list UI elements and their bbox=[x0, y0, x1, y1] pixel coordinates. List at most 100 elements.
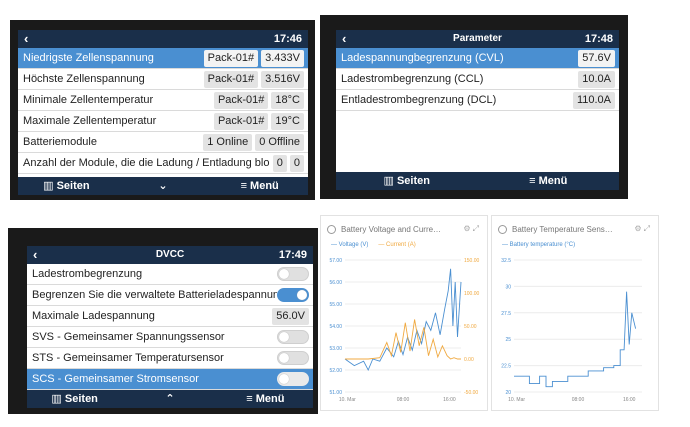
battery-row-min-cell-voltage[interactable]: Niedrigste Zellenspannung Pack-01# 3.433… bbox=[18, 48, 308, 69]
y2-tick-label: 150.00 bbox=[464, 258, 480, 264]
pages-button[interactable]: ▥ Seiten bbox=[336, 172, 478, 190]
parameter-row-cvl[interactable]: Ladespannungbegrenzung (CVL) 57.6V bbox=[336, 48, 619, 69]
y-tick-label: 56.00 bbox=[329, 280, 342, 286]
menu-label: Menü bbox=[538, 175, 568, 187]
voltage-current-chart-card: Battery Voltage and Curre… ⚙⤢ — Voltage … bbox=[320, 215, 488, 411]
pages-label: Seiten bbox=[396, 175, 430, 187]
y-tick-label: 55.00 bbox=[329, 302, 342, 308]
info-icon bbox=[498, 224, 507, 234]
y-tick-label: 51.00 bbox=[329, 390, 342, 396]
row-label: Ladespannungbegrenzung (CVL) bbox=[341, 52, 504, 64]
menu-label: Menü bbox=[255, 393, 285, 405]
menu-icon: ≡ bbox=[529, 175, 536, 187]
menu-icon: ≡ bbox=[246, 393, 253, 405]
menu-button[interactable]: ≡ Menü bbox=[478, 172, 620, 190]
dvcc-row-svs[interactable]: SVS - Gemeinsamer Spannungssensor bbox=[27, 327, 313, 348]
back-icon[interactable]: ‹ bbox=[18, 30, 42, 48]
x-tick-label: 16:00 bbox=[443, 397, 456, 403]
row-label: Maximale Ladespannung bbox=[32, 310, 155, 322]
row-label: Ladestrombegrenzung bbox=[32, 268, 143, 280]
row-value-pack: Pack-01# bbox=[203, 49, 259, 67]
temperature-chart-card: Battery Temperature Sens… ⚙⤢ — Battery t… bbox=[491, 215, 659, 411]
row-value: 3.516V bbox=[261, 70, 304, 88]
parameter-row-ccl[interactable]: Ladestrombegrenzung (CCL) 10.0A bbox=[336, 69, 619, 90]
x-tick-label: 10. Mar bbox=[339, 397, 356, 403]
dvcc-bottombar: ▥ Seiten ⌃ ≡ Menü bbox=[27, 390, 313, 408]
y-tick-label: 25 bbox=[505, 337, 511, 343]
menu-icon: ≡ bbox=[240, 180, 247, 192]
legend-voltage: — Voltage (V) bbox=[331, 242, 369, 248]
row-label: Minimale Zellentemperatur bbox=[23, 94, 154, 106]
toggle-switch[interactable] bbox=[277, 267, 309, 281]
dvcc-topbar: ‹ DVCC 17:49 bbox=[27, 246, 313, 264]
battery-row-modules[interactable]: Batteriemodule 1 Online 0 Offline bbox=[18, 132, 308, 153]
dvcc-row-scs[interactable]: SCS - Gemeinsamer Stromsensor bbox=[27, 369, 313, 390]
row-value: 57.6V bbox=[578, 49, 615, 67]
scroll-down-button[interactable]: ⌄ bbox=[115, 177, 212, 195]
x-tick-label: 10. Mar bbox=[508, 397, 525, 403]
toggle-switch[interactable] bbox=[277, 288, 309, 302]
battery-row-min-cell-temp[interactable]: Minimale Zellentemperatur Pack-01# 18°C bbox=[18, 90, 308, 111]
temperature-chart: 32.5 30 27.5 25 22.5 2010. Mar 08:00 16:00 bbox=[501, 258, 642, 403]
chevron-up-icon: ⌃ bbox=[165, 393, 175, 405]
row-value: 10.0A bbox=[578, 70, 615, 88]
info-icon bbox=[327, 224, 336, 234]
x-tick-label: 08:00 bbox=[572, 397, 585, 403]
toggle-switch[interactable] bbox=[277, 351, 309, 365]
chart-legend: — Voltage (V) — Current (A) bbox=[321, 242, 487, 252]
pages-button[interactable]: ▥ Seiten bbox=[27, 390, 122, 408]
chart-header: Battery Voltage and Curre… ⚙⤢ bbox=[321, 216, 487, 242]
chart-title: Battery Temperature Sens… bbox=[512, 224, 613, 234]
y-tick-label: 53.00 bbox=[329, 346, 342, 352]
row-label: Batteriemodule bbox=[23, 136, 97, 148]
menu-button[interactable]: ≡ Menü bbox=[218, 390, 313, 408]
legend-current: — Current (A) bbox=[378, 242, 416, 248]
scroll-up-button[interactable]: ⌃ bbox=[122, 390, 217, 408]
y-tick-label: 27.5 bbox=[501, 311, 511, 317]
row-value-pack: Pack-01# bbox=[213, 91, 269, 109]
row-label: Begrenzen Sie die verwaltete Batterielad… bbox=[32, 289, 277, 301]
parameter-row-dcl[interactable]: Entladestrombegrenzung (DCL) 110.0A bbox=[336, 90, 619, 111]
row-label: Entladestrombegrenzung (DCL) bbox=[341, 94, 497, 106]
dvcc-row-max-charge-voltage[interactable]: Maximale Ladespannung 56.0V bbox=[27, 306, 313, 327]
dvcc-row-sts[interactable]: STS - Gemeinsamer Temperatursensor bbox=[27, 348, 313, 369]
toggle-switch[interactable] bbox=[277, 330, 309, 344]
row-label: Maximale Zellentemperatur bbox=[23, 115, 157, 127]
row-value-charge: 0 bbox=[272, 154, 287, 172]
chart-options-icon[interactable]: ⚙⤢ bbox=[463, 224, 481, 234]
y-tick-label: 20 bbox=[505, 390, 511, 396]
row-label: SVS - Gemeinsamer Spannungssensor bbox=[32, 331, 225, 343]
clock: 17:46 bbox=[273, 33, 302, 45]
row-label: Anzahl der Module, die die Ladung / Entl… bbox=[23, 157, 270, 169]
dvcc-row-charge-current-limit[interactable]: Ladestrombegrenzung bbox=[27, 264, 313, 285]
y2-tick-label: 0.00 bbox=[464, 357, 474, 363]
row-value: 18°C bbox=[271, 91, 304, 109]
bar-chart-icon: ▥ bbox=[383, 175, 394, 187]
parameter-topbar: ‹ Parameter 17:48 bbox=[336, 30, 619, 48]
row-value-discharge: 0 bbox=[289, 154, 304, 172]
row-label: Niedrigste Zellenspannung bbox=[23, 52, 154, 64]
row-value-pack: Pack-01# bbox=[213, 112, 269, 130]
series-line-1 bbox=[344, 268, 462, 372]
y-tick-label: 22.5 bbox=[501, 364, 511, 370]
clock: 17:48 bbox=[584, 33, 613, 45]
row-value: 56.0V bbox=[272, 307, 309, 325]
dvcc-row-limit-charge-voltage[interactable]: Begrenzen Sie die verwaltete Batterielad… bbox=[27, 285, 313, 306]
y-tick-label: 30 bbox=[505, 284, 511, 290]
chart-options-icon[interactable]: ⚙⤢ bbox=[634, 224, 652, 234]
battery-row-blocking-modules[interactable]: Anzahl der Module, die die Ladung / Entl… bbox=[18, 153, 308, 174]
parameter-screen: ‹ Parameter 17:48 Ladespannungbegrenzung… bbox=[336, 30, 619, 190]
battery-screen: ‹ 17:46 Niedrigste Zellenspannung Pack-0… bbox=[18, 30, 308, 195]
battery-row-max-cell-temp[interactable]: Maximale Zellentemperatur Pack-01# 19°C bbox=[18, 111, 308, 132]
toggle-switch[interactable] bbox=[277, 372, 309, 386]
y2-tick-label: 100.00 bbox=[464, 291, 480, 297]
battery-row-max-cell-voltage[interactable]: Höchste Zellenspannung Pack-01# 3.516V bbox=[18, 69, 308, 90]
chevron-down-icon: ⌄ bbox=[158, 180, 168, 192]
y2-tick-label: 50.00 bbox=[464, 324, 477, 330]
menu-button[interactable]: ≡ Menü bbox=[211, 177, 308, 195]
x-tick-label: 16:00 bbox=[623, 397, 636, 403]
row-label: Ladestrombegrenzung (CCL) bbox=[341, 73, 484, 85]
pages-label: Seiten bbox=[56, 180, 90, 192]
pages-button[interactable]: ▥ Seiten bbox=[18, 177, 115, 195]
chart-title: Battery Voltage and Curre… bbox=[341, 224, 442, 234]
